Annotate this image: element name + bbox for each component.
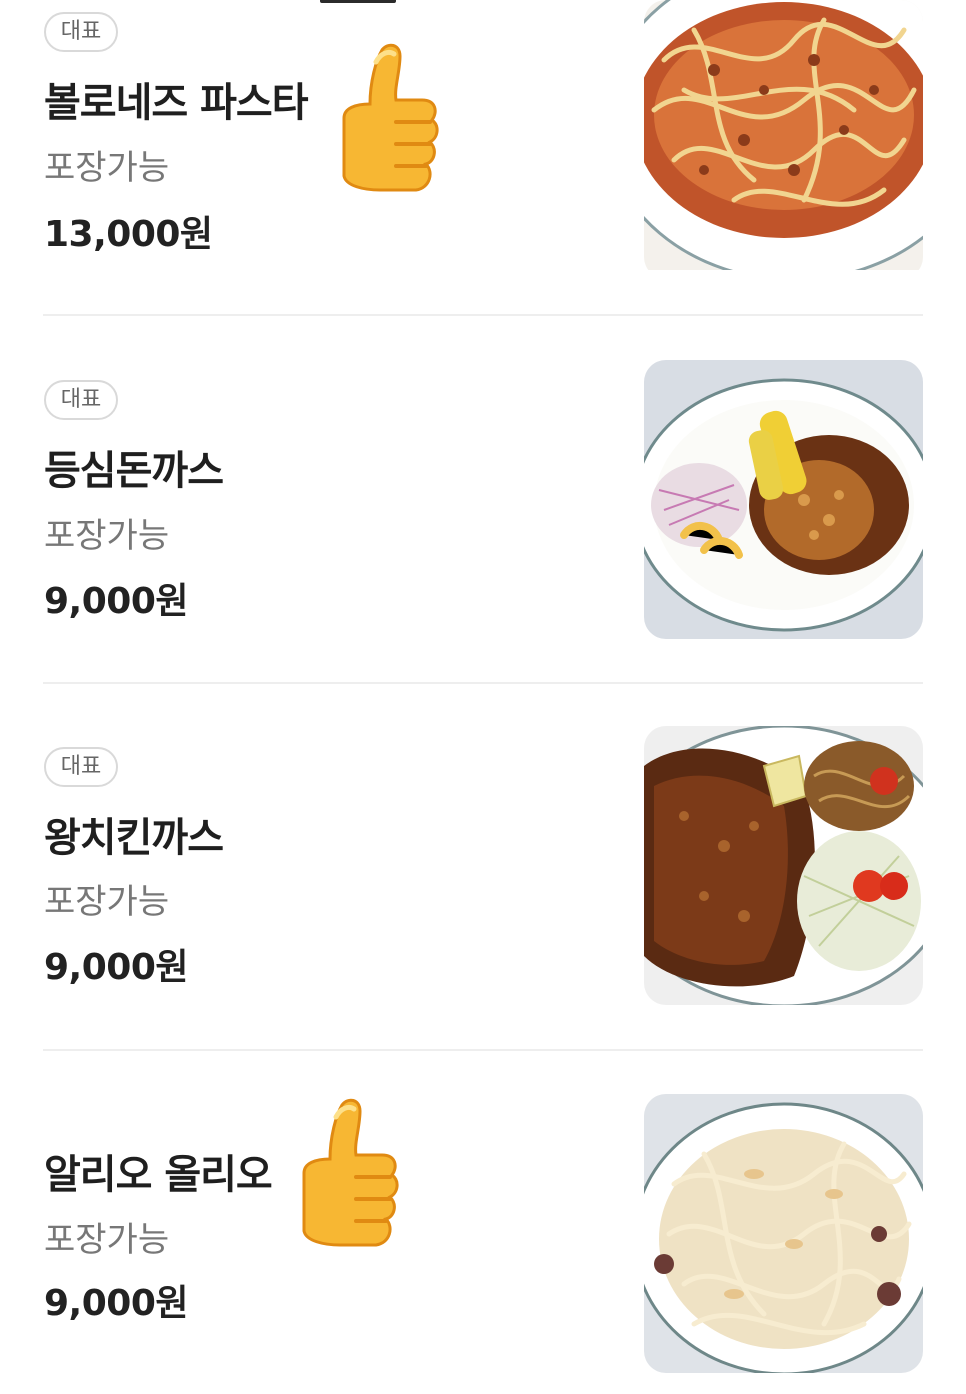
menu-item-price: 9,000원 — [44, 581, 189, 622]
item-divider — [43, 1049, 923, 1051]
thumbs-up-icon — [302, 1098, 399, 1247]
menu-item-price: 13,000원 — [44, 214, 213, 255]
chicken-cutlet-photo[interactable] — [644, 726, 923, 1005]
menu-item-chicken-cutlet[interactable]: 대표 왕치킨까스 포장가능 9,000원 — [0, 726, 966, 1026]
thumbs-up-icon — [342, 43, 439, 192]
menu-item-price: 9,000원 — [44, 1283, 189, 1324]
menu-item-pork-cutlet[interactable]: 대표 등심돈까스 포장가능 9,000원 — [0, 360, 966, 660]
aglio-olio-photo[interactable] — [644, 1094, 923, 1373]
menu-item-name: 왕치킨까스 — [44, 815, 224, 861]
pork-cutlet-photo[interactable] — [644, 360, 923, 639]
menu-item-name: 볼로네즈 파스타 — [44, 80, 309, 126]
menu-item-bolognese[interactable]: 대표 볼로네즈 파스타 포장가능 13,000원 — [0, 0, 966, 300]
item-divider — [43, 682, 923, 684]
menu-item-price: 9,000원 — [44, 947, 189, 988]
bolognese-pasta-photo[interactable] — [644, 0, 923, 279]
menu-item-takeout-status: 포장가능 — [44, 882, 170, 922]
menu-item-aglio-olio[interactable]: 알리오 올리오 포장가능 9,000원 — [0, 1094, 966, 1394]
item-divider — [43, 314, 923, 316]
signature-badge: 대표 — [44, 380, 118, 420]
menu-item-name: 등심돈까스 — [44, 448, 224, 494]
menu-item-takeout-status: 포장가능 — [44, 148, 170, 188]
menu-item-takeout-status: 포장가능 — [44, 516, 170, 556]
signature-badge: 대표 — [44, 747, 118, 787]
menu-item-name: 알리오 올리오 — [44, 1152, 273, 1198]
menu-item-takeout-status: 포장가능 — [44, 1220, 170, 1260]
signature-badge: 대표 — [44, 12, 118, 52]
